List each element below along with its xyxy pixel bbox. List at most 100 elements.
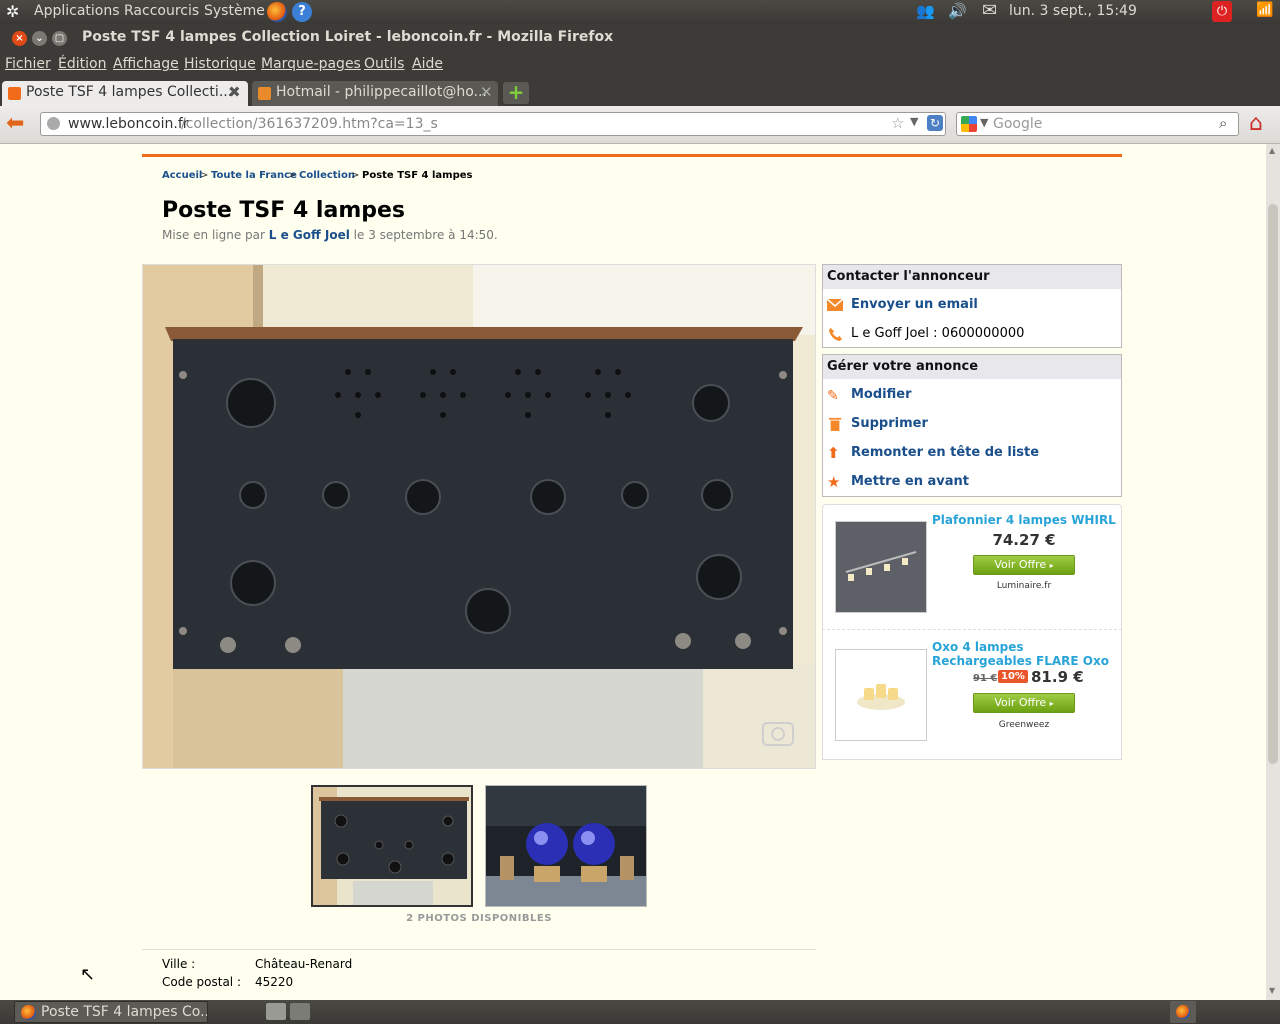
offer-button-label: Voir Offre bbox=[994, 558, 1047, 571]
site-identity-icon[interactable] bbox=[47, 117, 60, 130]
modify-link[interactable]: Modifier bbox=[851, 387, 912, 402]
phone-label: L e Goff Joel : bbox=[851, 326, 942, 341]
candle-lamps-image bbox=[857, 684, 905, 710]
search-bar[interactable]: ▼ Google ⌕ bbox=[956, 112, 1239, 136]
promo-merchant-1: Luminaire.fr bbox=[996, 581, 1052, 591]
phone-icon bbox=[828, 327, 842, 341]
google-engine-icon[interactable] bbox=[961, 116, 977, 132]
menu-view[interactable]: Affichage bbox=[113, 56, 179, 72]
scroll-down-icon[interactable]: ▼ bbox=[1269, 986, 1275, 995]
phone-number: 0600000000 bbox=[941, 326, 1025, 341]
search-placeholder: Google bbox=[993, 116, 1043, 132]
window-maximize-button[interactable]: ▢ bbox=[52, 31, 67, 46]
help-icon[interactable]: ? bbox=[292, 2, 312, 22]
window-close-button[interactable]: × bbox=[12, 31, 27, 46]
home-icon[interactable]: ⌂ bbox=[1249, 111, 1263, 136]
ubuntu-logo-icon[interactable]: ✲ bbox=[6, 2, 19, 21]
search-magnifier-icon[interactable]: ⌕ bbox=[1219, 114, 1227, 132]
wifi-icon[interactable]: 📶 bbox=[1256, 2, 1273, 18]
taskbar-window-label: Poste TSF 4 lampes Co... bbox=[41, 1004, 208, 1020]
places-menu[interactable]: Raccourcis bbox=[124, 3, 199, 19]
firefox-launcher-icon[interactable] bbox=[267, 2, 287, 22]
breadcrumb-category[interactable]: Collection bbox=[299, 170, 355, 181]
page-viewport: Accueil > Toute la France > Collection >… bbox=[0, 144, 1266, 1000]
users-icon[interactable]: 👥 bbox=[916, 2, 935, 20]
breadcrumb-separator: > bbox=[288, 170, 297, 181]
back-arrow-icon[interactable]: ⬅ bbox=[6, 111, 24, 136]
ad-meta: Mise en ligne par L e Goff Joel le 3 sep… bbox=[162, 228, 498, 242]
scroll-up-icon[interactable]: ▲ bbox=[1269, 146, 1275, 155]
promo-merchant-2: Greenweez bbox=[998, 720, 1050, 730]
radio-photo bbox=[143, 265, 815, 768]
menu-edit[interactable]: Édition bbox=[58, 56, 106, 72]
promo-title-1[interactable]: Plafonnier 4 lampes WHIRL bbox=[932, 513, 1116, 527]
author-link[interactable]: L e Goff Joel bbox=[269, 228, 350, 242]
thumbnail-radio-front bbox=[313, 787, 471, 905]
promo-image-2[interactable] bbox=[835, 649, 927, 741]
url-bar[interactable]: www.leboncoin.fr /collection/361637209.h… bbox=[40, 112, 946, 136]
volume-icon[interactable]: 🔊 bbox=[948, 2, 967, 20]
photo-thumbnail-2[interactable] bbox=[485, 785, 647, 907]
breadcrumb-current: Poste TSF 4 lampes bbox=[362, 170, 473, 181]
delete-link[interactable]: Supprimer bbox=[851, 416, 928, 431]
city-label: Ville : bbox=[162, 957, 196, 971]
offer-arrow-icon: ▸ bbox=[1049, 561, 1054, 570]
promo-old-price-2: 91 € bbox=[973, 673, 998, 684]
menu-bookmarks[interactable]: Marque-pages bbox=[261, 56, 361, 72]
bump-link[interactable]: Remonter en tête de liste bbox=[851, 445, 1039, 460]
tab-leboncoin[interactable]: Poste TSF 4 lampes Collecti... ✖ bbox=[2, 81, 248, 106]
url-path: /collection/361637209.htm?ca=13_s bbox=[181, 116, 438, 132]
promo-offer-button-2[interactable]: Voir Offre ▸ bbox=[973, 693, 1075, 713]
url-dropdown-icon[interactable]: ▼ bbox=[910, 115, 918, 128]
engine-dropdown-icon[interactable]: ▼ bbox=[980, 116, 988, 129]
mouse-cursor-icon: ↖ bbox=[80, 964, 96, 985]
promo-image-1[interactable] bbox=[835, 521, 927, 613]
menu-tools[interactable]: Outils bbox=[364, 56, 404, 72]
feature-link[interactable]: Mettre en avant bbox=[851, 474, 969, 489]
top-panel: ✲ Applications Raccourcis Système ? 👥 🔊 … bbox=[0, 0, 1280, 24]
breadcrumb-home[interactable]: Accueil bbox=[162, 170, 202, 181]
promo-price-2: 81.9 € bbox=[1031, 668, 1084, 686]
meta-date: le 3 septembre à 14:50. bbox=[349, 228, 498, 242]
reload-icon[interactable]: ↻ bbox=[927, 115, 943, 131]
clock[interactable]: lun. 3 sept., 15:49 bbox=[1009, 3, 1137, 19]
menu-help[interactable]: Aide bbox=[412, 56, 443, 72]
main-photo[interactable] bbox=[142, 264, 816, 769]
photo-thumbnail-1[interactable] bbox=[311, 785, 473, 907]
tab-label: Poste TSF 4 lampes Collecti... bbox=[26, 84, 233, 100]
pencil-icon: ✎ bbox=[827, 388, 839, 404]
new-tab-button[interactable]: + bbox=[503, 82, 529, 104]
contact-box: Contacter l'annonceur Envoyer un email L… bbox=[822, 264, 1122, 348]
workspace-2-icon[interactable] bbox=[290, 1003, 310, 1020]
tab-close-icon[interactable]: ✕ bbox=[480, 83, 493, 101]
send-email-link[interactable]: Envoyer un email bbox=[851, 297, 978, 312]
breadcrumb-separator: > bbox=[200, 170, 209, 181]
offer-arrow-icon: ▸ bbox=[1049, 699, 1054, 708]
applications-menu[interactable]: Applications bbox=[34, 3, 120, 19]
page-scrollbar[interactable]: ▲ ▼ bbox=[1266, 144, 1280, 1000]
bookmark-star-icon[interactable]: ☆ bbox=[891, 114, 904, 132]
system-menu[interactable]: Système bbox=[204, 3, 265, 19]
tab-hotmail[interactable]: Hotmail - philippecaillot@ho... ✕ bbox=[252, 81, 498, 106]
photo-count: 2 PHOTOS DISPONIBLES bbox=[406, 913, 552, 924]
meta-prefix: Mise en ligne par bbox=[162, 228, 269, 242]
promo-item-1[interactable]: Plafonnier 4 lampes WHIRL 74.27 € Voir O… bbox=[822, 504, 1122, 630]
taskbar-window-button[interactable]: Poste TSF 4 lampes Co... bbox=[14, 1001, 208, 1023]
mail-icon[interactable]: ✉ bbox=[982, 0, 997, 21]
power-icon[interactable]: ⏻ bbox=[1212, 1, 1232, 22]
window-title: Poste TSF 4 lampes Collection Loiret - l… bbox=[82, 29, 614, 45]
tab-close-icon[interactable]: ✖ bbox=[228, 83, 241, 101]
menu-history[interactable]: Historique bbox=[184, 56, 256, 72]
menu-file[interactable]: Fichier bbox=[5, 56, 51, 72]
workspace-1-icon[interactable] bbox=[266, 1003, 286, 1020]
scrollbar-thumb[interactable] bbox=[1268, 204, 1278, 764]
promo-title-2[interactable]: Oxo 4 lampes Rechargeables FLARE Oxo bbox=[932, 640, 1117, 668]
manage-header: Gérer votre annonce bbox=[823, 355, 1121, 379]
header-divider bbox=[142, 154, 1122, 157]
city-value: Château-Renard bbox=[255, 957, 353, 971]
window-minimize-button[interactable]: ⌄ bbox=[32, 31, 47, 46]
promo-item-2[interactable]: Oxo 4 lampes Rechargeables FLARE Oxo 91 … bbox=[822, 630, 1122, 760]
promo-offer-button-1[interactable]: Voir Offre ▸ bbox=[973, 555, 1075, 575]
breadcrumb-region[interactable]: Toute la France bbox=[211, 170, 297, 181]
trash-icon bbox=[828, 417, 842, 431]
